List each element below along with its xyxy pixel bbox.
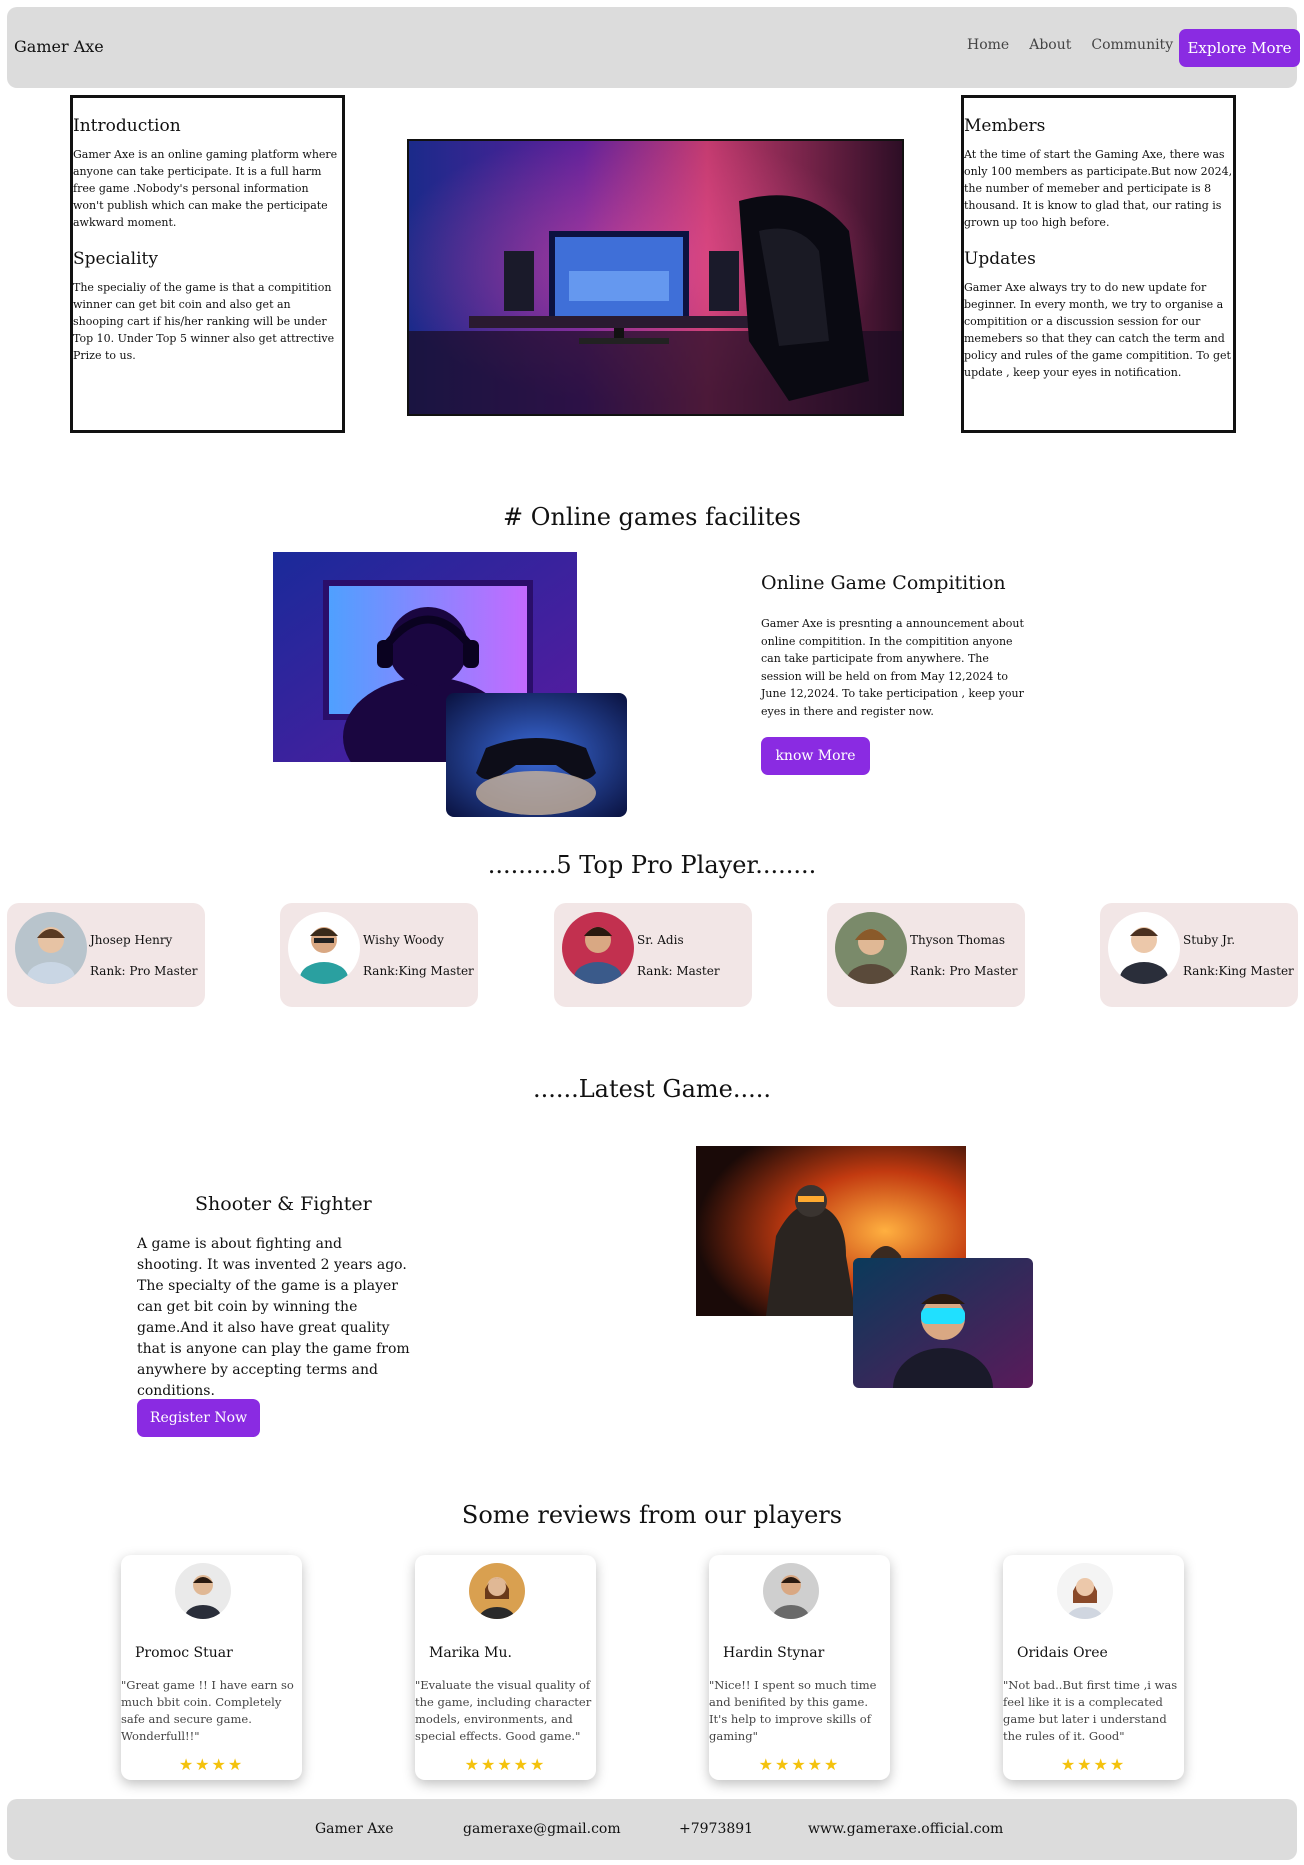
review-text: "Nice!! I spent so much time and benifit… [709, 1678, 877, 1743]
player-card[interactable]: Stuby Jr. Rank:King Master [1100, 903, 1298, 1007]
speciality-text: The specialiy of the game is that a comp… [73, 281, 335, 362]
footer-email[interactable]: gameraxe@gmail.com [463, 1821, 621, 1837]
controller-in-hand-image [446, 693, 627, 817]
player-card[interactable]: Sr. Adis Rank: Master [554, 903, 752, 1007]
player-name: Thyson Thomas [910, 933, 1006, 947]
updates-title: Updates [964, 249, 1036, 269]
star-rating: ★★★★★ [758, 1755, 841, 1774]
members-text: At the time of start the Gaming Axe, the… [964, 148, 1233, 229]
player-card[interactable]: Thyson Thomas Rank: Pro Master [827, 903, 1025, 1007]
members-title: Members [964, 116, 1046, 136]
review-text: "Not bad..But first time ,i was feel lik… [1003, 1678, 1178, 1743]
explore-more-button[interactable]: Explore More [1179, 29, 1300, 67]
player-name: Jhosep Henry [90, 933, 173, 947]
avatar [562, 912, 634, 984]
review-text: "Evaluate the visual quality of the game… [415, 1678, 592, 1743]
avatar [15, 912, 87, 984]
player-rank: Rank:King Master [363, 964, 474, 978]
reviewer-name: Oridais Oree [1017, 1645, 1108, 1661]
introduction-text: Gamer Axe is an online gaming platform w… [73, 148, 338, 229]
player-card[interactable]: Jhosep Henry Rank: Pro Master [7, 903, 205, 1007]
player-rank: Rank: Pro Master [910, 964, 1018, 978]
updates-text: Gamer Axe always try to do new update fo… [964, 281, 1231, 379]
player-name: Stuby Jr. [1183, 933, 1236, 947]
star-rating: ★★★★ [1060, 1755, 1127, 1774]
review-text: "Great game !! I have earn so much bbit … [121, 1678, 294, 1743]
avatar [175, 1563, 231, 1619]
competition-title: Online Game Compitition [761, 572, 1006, 594]
review-card: Marika Mu. "Evaluate the visual quality … [415, 1555, 596, 1780]
nav-link-about[interactable]: About [1029, 37, 1071, 53]
avatar [763, 1563, 819, 1619]
latest-game-title: Shooter & Fighter [195, 1193, 372, 1215]
introduction-title: Introduction [73, 116, 181, 136]
reviewer-name: Hardin Stynar [723, 1645, 825, 1661]
reviews-section-title: Some reviews from our players [461, 1501, 843, 1529]
player-name: Sr. Adis [637, 933, 684, 947]
review-card: Promoc Stuar "Great game !! I have earn … [121, 1555, 302, 1780]
introduction-box: Introduction Gamer Axe is an online gami… [70, 95, 345, 433]
footer: Gamer Axe gameraxe@gmail.com +7973891 ww… [7, 1799, 1297, 1860]
latest-game-text: A game is about fighting and shooting. I… [137, 1236, 410, 1399]
competition-text: Gamer Axe is presnting a announcement ab… [761, 617, 1024, 718]
avatar [835, 912, 907, 984]
player-name: Wishy Woody [363, 933, 444, 947]
footer-phone[interactable]: +7973891 [679, 1821, 753, 1837]
player-rank: Rank: Pro Master [90, 964, 198, 978]
review-card: Oridais Oree "Not bad..But first time ,i… [1003, 1555, 1184, 1780]
star-rating: ★★★★ [178, 1755, 245, 1774]
player-rank: Rank:King Master [1183, 964, 1294, 978]
facilities-section-title: # Online games facilites [503, 503, 801, 531]
players-section-title: .........5 Top Pro Player........ [487, 851, 817, 879]
latest-game-section-title: ......Latest Game..... [532, 1075, 772, 1103]
star-rating: ★★★★★ [464, 1755, 547, 1774]
footer-brand: Gamer Axe [315, 1821, 394, 1837]
avatar [469, 1563, 525, 1619]
avatar [1057, 1563, 1113, 1619]
register-now-button[interactable]: Register Now [137, 1399, 260, 1437]
know-more-button[interactable]: know More [761, 737, 870, 775]
avatar [1108, 912, 1180, 984]
vr-gamer-image [853, 1258, 1033, 1388]
footer-website[interactable]: www.gameraxe.official.com [808, 1821, 1003, 1837]
player-card[interactable]: Wishy Woody Rank:King Master [280, 903, 478, 1007]
brand-logo[interactable]: Gamer Axe [14, 37, 104, 56]
navbar: Gamer Axe Home About Community Explore M… [7, 7, 1300, 88]
speciality-title: Speciality [73, 249, 158, 269]
members-box: Members At the time of start the Gaming … [961, 95, 1236, 433]
review-card: Hardin Stynar "Nice!! I spent so much ti… [709, 1555, 890, 1780]
reviewer-name: Marika Mu. [429, 1645, 512, 1661]
player-rank: Rank: Master [637, 964, 720, 978]
hero-gaming-setup-image [407, 139, 904, 416]
avatar [288, 912, 360, 984]
nav-link-home[interactable]: Home [967, 37, 1009, 53]
reviewer-name: Promoc Stuar [135, 1645, 233, 1661]
nav-link-community[interactable]: Community [1091, 37, 1173, 53]
nav-links: Home About Community [967, 37, 1173, 53]
